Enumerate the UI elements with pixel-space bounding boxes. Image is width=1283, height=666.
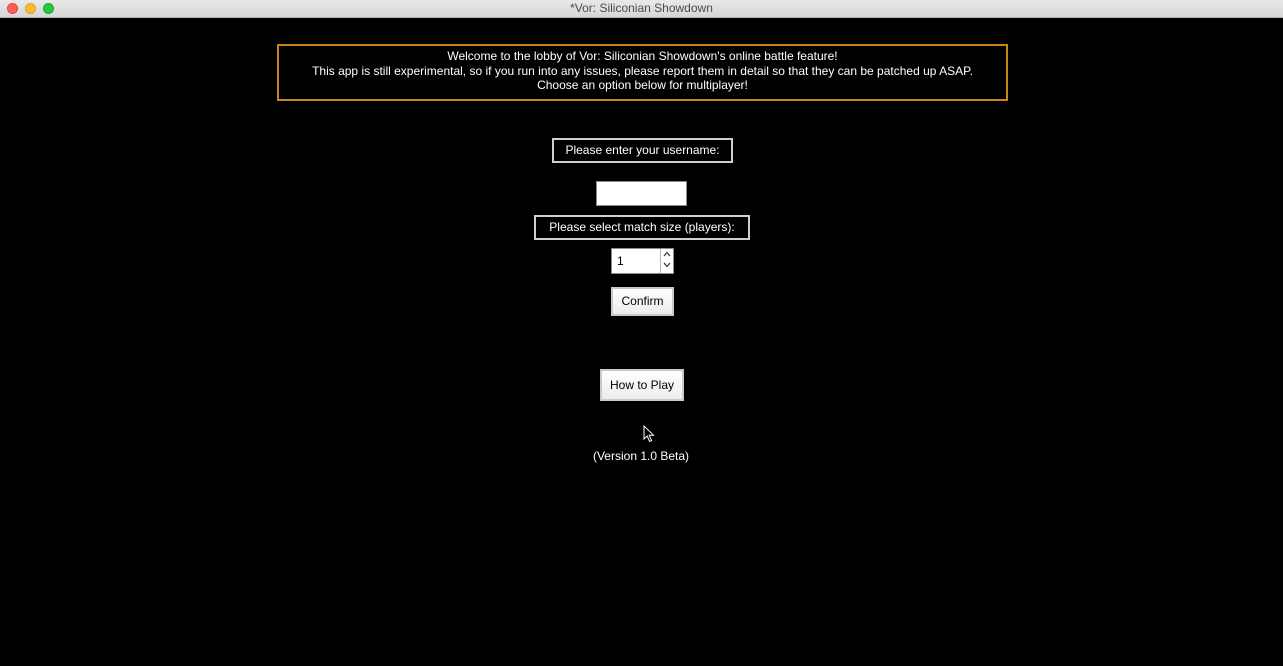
banner-line-choose: Choose an option below for multiplayer! bbox=[537, 78, 748, 92]
lobby-content: Welcome to the lobby of Vor: Siliconian … bbox=[4, 18, 1283, 666]
username-label: Please enter your username: bbox=[552, 138, 733, 163]
banner-line-welcome: Welcome to the lobby of Vor: Siliconian … bbox=[447, 49, 838, 63]
match-size-value[interactable]: 1 bbox=[617, 249, 624, 273]
window-title: *Vor: Siliconian Showdown bbox=[570, 1, 713, 15]
how-to-play-button[interactable]: How to Play bbox=[600, 369, 684, 401]
spin-arrows[interactable] bbox=[660, 249, 673, 273]
version-label: (Version 1.0 Beta) bbox=[592, 449, 690, 463]
match-size-spinbox[interactable]: 1 bbox=[611, 248, 674, 274]
welcome-banner: Welcome to the lobby of Vor: Siliconian … bbox=[277, 44, 1008, 101]
mouse-cursor-icon bbox=[643, 425, 655, 443]
app-window: *Vor: Siliconian Showdown Welcome to the… bbox=[0, 0, 1283, 666]
title-bar[interactable]: *Vor: Siliconian Showdown bbox=[0, 0, 1283, 18]
match-size-label: Please select match size (players): bbox=[534, 215, 750, 240]
confirm-button[interactable]: Confirm bbox=[611, 287, 674, 316]
banner-line-experimental: This app is still experimental, so if yo… bbox=[312, 63, 973, 78]
username-input[interactable] bbox=[596, 181, 687, 206]
chevron-down-icon[interactable] bbox=[661, 260, 673, 272]
